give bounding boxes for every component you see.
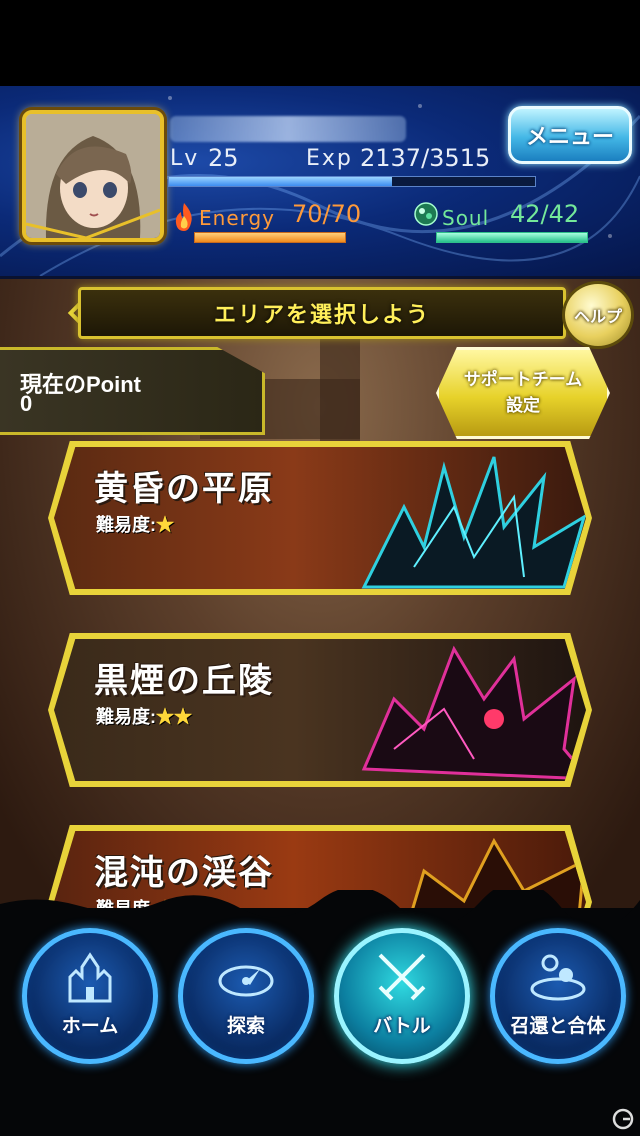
crystal-monster-icon: [361, 456, 586, 589]
energy-bar: [194, 232, 346, 243]
castle-icon: [68, 952, 112, 1003]
soul-orb-icon: [414, 202, 438, 226]
player-status-header: メニュー Lv 25 Exp 2137/3515 Energy 70/70 So…: [0, 86, 640, 279]
nav-summon-label: 召還と合体: [510, 1016, 606, 1037]
nav-battle-label: バトル: [373, 1016, 431, 1037]
soul-label: Soul: [442, 206, 490, 230]
area-select-banner: エリアを選択しよう: [78, 287, 566, 339]
support-team-label: サポートチーム: [463, 370, 583, 389]
area-card-twilight-plains[interactable]: 黄昏の平原 難易度:★: [48, 441, 592, 595]
energy-value: 70/70: [292, 200, 362, 228]
difficulty-label: 難易度:: [96, 515, 156, 535]
area-name: 黄昏の平原: [94, 469, 274, 509]
soul-bar-fill: [437, 233, 587, 242]
nav-home-label: ホーム: [61, 1016, 119, 1037]
exp-label: Exp: [306, 146, 353, 171]
nav-explore-label: 探索: [226, 1016, 265, 1037]
summon-circle-icon: [530, 954, 586, 1001]
footer-torn-edge: [0, 890, 640, 920]
difficulty-label: 難易度:: [96, 707, 156, 727]
compass-icon: [218, 965, 274, 997]
nav-explore-button[interactable]: 探索: [178, 928, 314, 1064]
menu-button[interactable]: メニュー: [508, 106, 632, 164]
area-card-background: 黒煙の丘陵 難易度:★★: [54, 639, 586, 781]
level-label: Lv: [170, 146, 200, 171]
exp-bar: [168, 176, 536, 187]
demon-monster-icon: [361, 645, 586, 781]
soul-value: 42/42: [510, 200, 580, 228]
area-card-black-smoke-hills[interactable]: 黒煙の丘陵 難易度:★★: [48, 633, 592, 787]
soul-bar: [436, 232, 588, 243]
area-card-background: 黄昏の平原 難易度:★: [54, 447, 586, 589]
nav-summon-button[interactable]: 召還と合体: [490, 928, 626, 1064]
player-name-blurred: [170, 116, 406, 142]
point-value: 0: [20, 391, 33, 416]
exp-bar-fill: [169, 177, 393, 186]
help-button[interactable]: ヘルプ: [562, 281, 634, 349]
area-select-field: エリアを選択しよう ヘルプ 現在のPoint 0 サポートチーム 設定 黄昏の平…: [0, 279, 640, 979]
point-label: 現在のPoint: [20, 372, 141, 397]
bottom-navigation: ホーム 探索 バトル 召還と合体: [0, 890, 640, 1136]
avatar-portrait: [26, 114, 160, 238]
area-name: 黒煙の丘陵: [94, 661, 274, 701]
difficulty-stars: ★: [156, 515, 174, 535]
support-team-button[interactable]: サポートチーム 設定: [436, 347, 610, 439]
nav-battle-button[interactable]: バトル: [334, 928, 470, 1064]
level-value: 25: [208, 144, 239, 172]
area-difficulty: 難易度:★★: [96, 703, 192, 729]
top-blank-band: [0, 0, 640, 86]
crossed-swords-icon: [378, 953, 426, 1001]
area-select-title: エリアを選択しよう: [213, 302, 430, 327]
player-avatar[interactable]: [22, 110, 164, 242]
difficulty-stars: ★★: [156, 707, 192, 727]
flame-icon: [175, 203, 192, 231]
area-name: 混沌の渓谷: [94, 853, 274, 893]
nav-home-button[interactable]: ホーム: [22, 928, 158, 1064]
area-difficulty: 難易度:★: [96, 511, 174, 537]
support-team-settings-label: 設定: [506, 396, 540, 415]
energy-label: Energy: [199, 206, 276, 230]
watermark-logo-icon: [612, 1108, 634, 1130]
energy-bar-fill: [195, 233, 345, 242]
exp-value: 2137/3515: [360, 144, 491, 172]
